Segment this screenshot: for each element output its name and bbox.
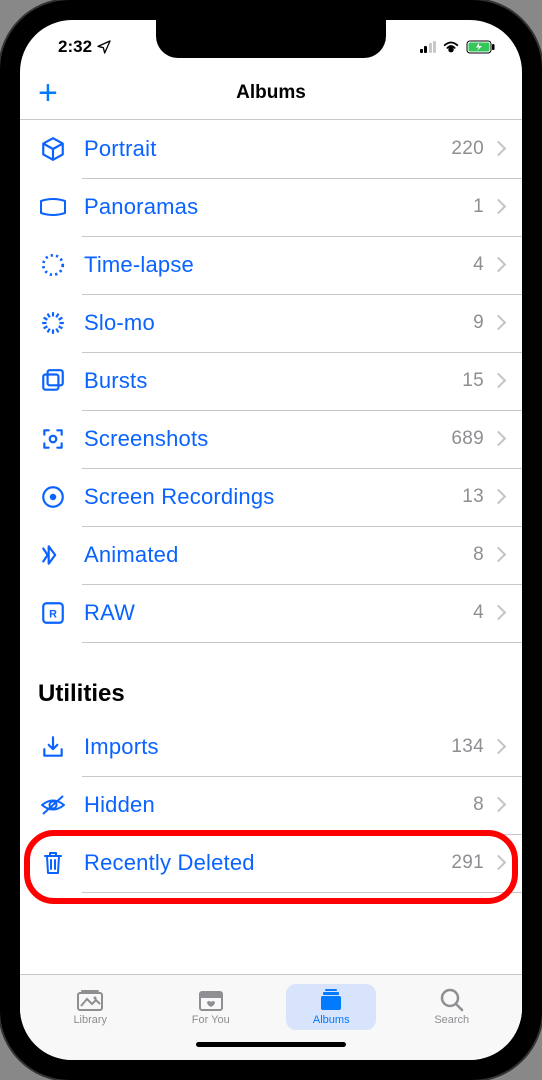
home-indicator bbox=[20, 1034, 522, 1060]
timelapse-icon bbox=[38, 250, 68, 280]
album-row-animated[interactable]: Animated8 bbox=[20, 526, 522, 584]
row-label: Slo-mo bbox=[68, 310, 473, 336]
chevron-right-icon bbox=[494, 547, 504, 563]
chevron-right-icon bbox=[494, 141, 504, 157]
chevron-right-icon bbox=[494, 257, 504, 273]
tab-label: Library bbox=[73, 1014, 107, 1026]
imports-icon bbox=[38, 732, 68, 762]
chevron-right-icon bbox=[494, 797, 504, 813]
signal-icon bbox=[420, 41, 437, 53]
chevron-right-icon bbox=[494, 605, 504, 621]
screenrec-icon bbox=[38, 482, 68, 512]
row-count: 1 bbox=[473, 196, 484, 218]
row-label: Panoramas bbox=[68, 194, 473, 220]
chevron-right-icon bbox=[494, 739, 504, 755]
album-row-bursts[interactable]: Bursts15 bbox=[20, 352, 522, 410]
svg-text:R: R bbox=[49, 608, 57, 620]
row-label: Time-lapse bbox=[68, 252, 473, 278]
album-row-time-lapse[interactable]: Time-lapse4 bbox=[20, 236, 522, 294]
chevron-right-icon bbox=[494, 199, 504, 215]
row-count: 15 bbox=[462, 370, 484, 392]
album-row-recently-deleted[interactable]: Recently Deleted291 bbox=[20, 834, 522, 892]
animated-icon bbox=[38, 540, 68, 570]
content-scroll[interactable]: Portrait220Panoramas1Time-lapse4Slo-mo9B… bbox=[20, 120, 522, 974]
nav-title: Albums bbox=[236, 82, 306, 104]
bursts-icon bbox=[38, 366, 68, 396]
hidden-icon bbox=[38, 790, 68, 820]
chevron-right-icon bbox=[494, 489, 504, 505]
row-count: 291 bbox=[451, 852, 484, 874]
battery-icon bbox=[466, 40, 496, 54]
album-row-panoramas[interactable]: Panoramas1 bbox=[20, 178, 522, 236]
album-row-screen-recordings[interactable]: Screen Recordings13 bbox=[20, 468, 522, 526]
tab-library[interactable]: Library bbox=[45, 984, 135, 1030]
nav-bar: + Albums bbox=[20, 66, 522, 120]
location-icon bbox=[96, 39, 112, 55]
chevron-right-icon bbox=[494, 855, 504, 871]
row-count: 134 bbox=[451, 736, 484, 758]
row-label: RAW bbox=[68, 600, 473, 626]
status-time: 2:32 bbox=[58, 37, 92, 57]
pano-icon bbox=[38, 192, 68, 222]
album-row-imports[interactable]: Imports134 bbox=[20, 718, 522, 776]
tab-bar: Library For You Albums Search bbox=[20, 974, 522, 1034]
row-count: 4 bbox=[473, 254, 484, 276]
album-row-portrait[interactable]: Portrait220 bbox=[20, 120, 522, 178]
row-count: 8 bbox=[473, 544, 484, 566]
album-row-raw[interactable]: R RAW4 bbox=[20, 584, 522, 642]
row-count: 8 bbox=[473, 794, 484, 816]
chevron-right-icon bbox=[494, 315, 504, 331]
tab-label: For You bbox=[192, 1014, 230, 1026]
row-label: Screenshots bbox=[68, 426, 451, 452]
album-row-slo-mo[interactable]: Slo-mo9 bbox=[20, 294, 522, 352]
chevron-right-icon bbox=[494, 431, 504, 447]
row-count: 4 bbox=[473, 602, 484, 624]
tab-label: Search bbox=[434, 1014, 469, 1026]
trash-icon bbox=[38, 848, 68, 878]
tab-albums[interactable]: Albums bbox=[286, 984, 376, 1030]
screenshots-icon bbox=[38, 424, 68, 454]
albums-icon bbox=[317, 988, 345, 1012]
row-label: Recently Deleted bbox=[68, 850, 451, 876]
cube-icon bbox=[38, 134, 68, 164]
foryou-icon bbox=[197, 988, 225, 1012]
row-count: 9 bbox=[473, 312, 484, 334]
slomo-icon bbox=[38, 308, 68, 338]
row-label: Screen Recordings bbox=[68, 484, 462, 510]
row-count: 13 bbox=[462, 486, 484, 508]
library-icon bbox=[76, 988, 104, 1012]
tab-label: Albums bbox=[313, 1014, 350, 1026]
row-label: Bursts bbox=[68, 368, 462, 394]
chevron-right-icon bbox=[494, 373, 504, 389]
album-row-hidden[interactable]: Hidden8 bbox=[20, 776, 522, 834]
search-icon bbox=[438, 988, 466, 1012]
raw-icon: R bbox=[38, 598, 68, 628]
wifi-icon bbox=[442, 40, 460, 54]
section-header-utilities: Utilities bbox=[20, 642, 522, 718]
row-label: Hidden bbox=[68, 792, 473, 818]
row-count: 220 bbox=[451, 138, 484, 160]
row-label: Portrait bbox=[68, 136, 451, 162]
add-button[interactable]: + bbox=[38, 76, 58, 110]
row-label: Imports bbox=[68, 734, 451, 760]
row-label: Animated bbox=[68, 542, 473, 568]
tab-for-you[interactable]: For You bbox=[166, 984, 256, 1030]
album-row-screenshots[interactable]: Screenshots689 bbox=[20, 410, 522, 468]
tab-search[interactable]: Search bbox=[407, 984, 497, 1030]
row-count: 689 bbox=[451, 428, 484, 450]
